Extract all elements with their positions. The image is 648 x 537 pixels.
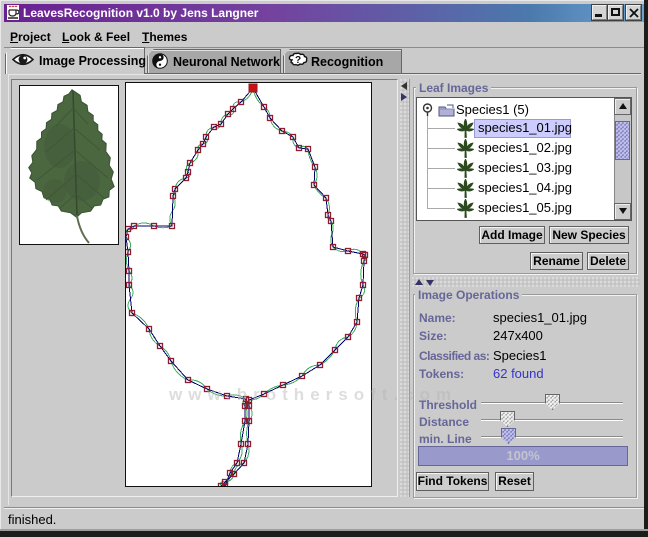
- svg-text:?: ?: [295, 55, 301, 66]
